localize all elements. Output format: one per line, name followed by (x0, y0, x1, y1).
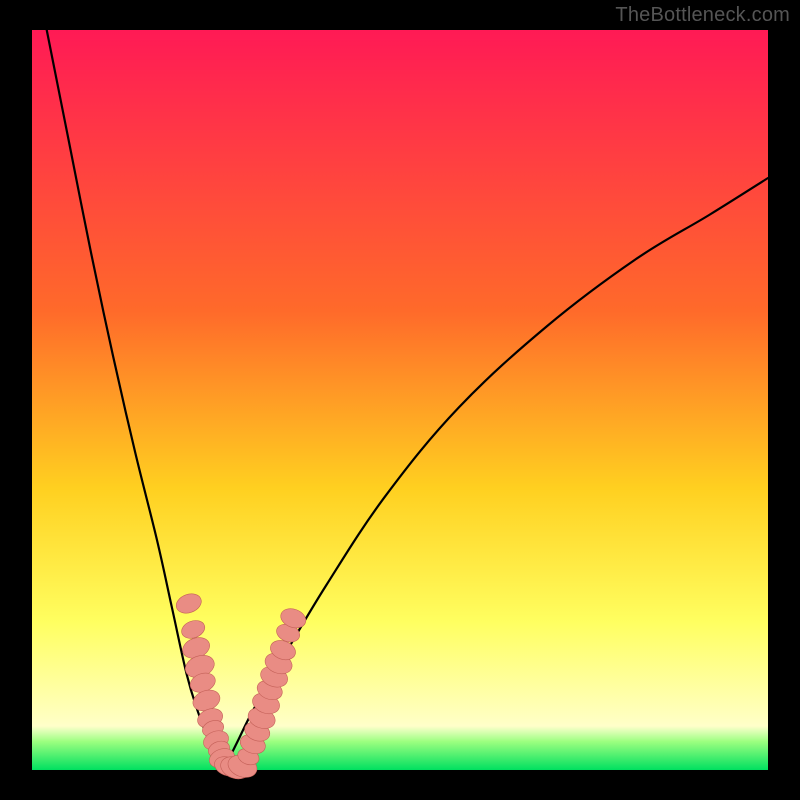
plot-frame (32, 30, 768, 770)
curve-right-branch (223, 178, 768, 770)
curve-layer (32, 30, 768, 770)
marker-point (174, 591, 204, 617)
watermark-text: TheBottleneck.com (615, 4, 790, 27)
data-markers (174, 591, 309, 783)
bottleneck-curve (47, 30, 768, 770)
